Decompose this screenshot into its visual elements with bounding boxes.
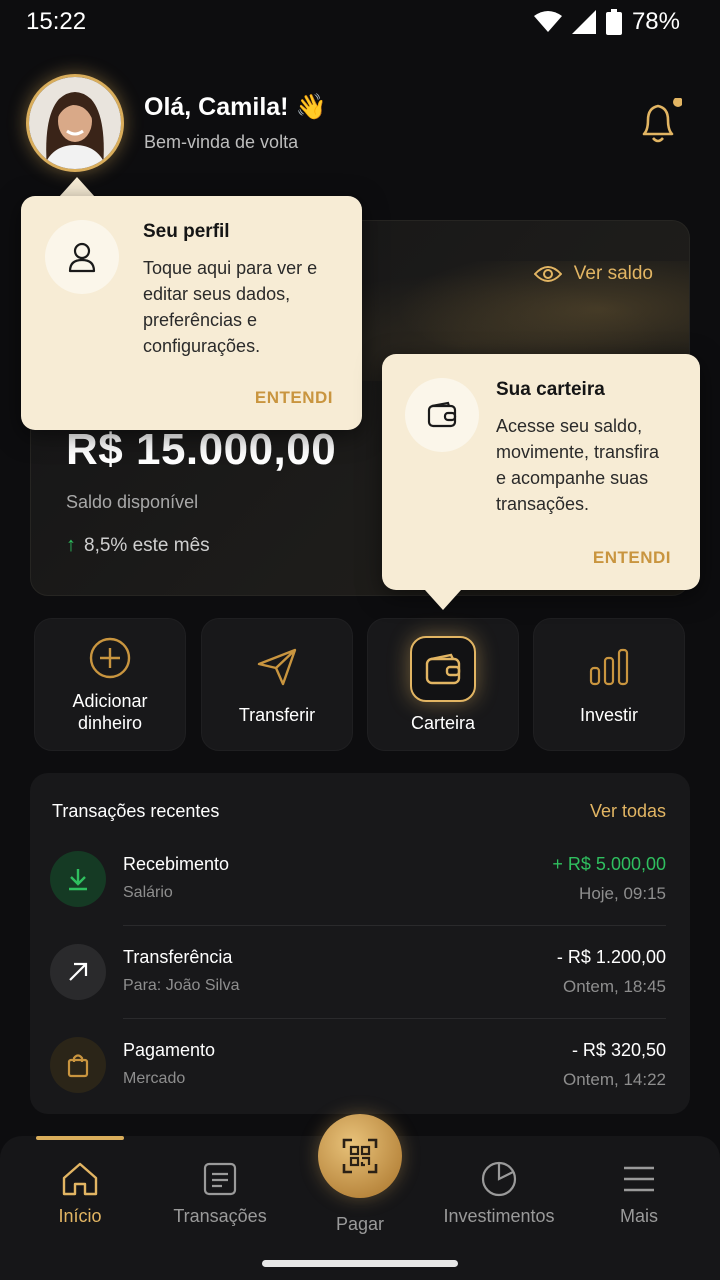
pie-chart-icon bbox=[481, 1161, 517, 1197]
wallet-tooltip-dismiss-button[interactable]: ENTENDI bbox=[593, 548, 671, 568]
transaction-description: Para: João Silva bbox=[123, 977, 240, 994]
wallet-label: Carteira bbox=[410, 712, 476, 733]
wallet-tooltip-pointer bbox=[425, 590, 461, 610]
notifications-button[interactable] bbox=[636, 97, 683, 148]
receipt-icon bbox=[203, 1162, 237, 1196]
nav-item-pagar[interactable]: Pagar bbox=[290, 1206, 430, 1235]
nav-label: Transações bbox=[173, 1206, 267, 1226]
home-icon bbox=[62, 1162, 98, 1196]
transaction-name: Pagamento bbox=[123, 1040, 216, 1060]
transaction-amount: - R$ 1.200,00 bbox=[556, 947, 666, 967]
wallet-button[interactable]: Carteira bbox=[367, 618, 519, 751]
greeting-title: Olá, Camila! 👋 bbox=[144, 93, 327, 121]
profile-tooltip-pointer bbox=[59, 177, 95, 197]
wifi-icon bbox=[533, 11, 562, 32]
battery-level: 78% bbox=[631, 8, 680, 35]
transaction-name: Transferência bbox=[123, 947, 233, 967]
transaction-row[interactable]: Recebimento Salário + R$ 5.000,00 Hoje, … bbox=[50, 851, 666, 944]
profile-tooltip: Seu perfil Toque aqui para ver e editar … bbox=[21, 196, 362, 430]
invest-label: Investir bbox=[579, 704, 639, 725]
status-icons: 78% bbox=[533, 8, 680, 36]
wallet-icon bbox=[425, 653, 461, 684]
transaction-row[interactable]: Transferência Para: João Silva - R$ 1.20… bbox=[50, 944, 666, 1037]
home-gesture-bar[interactable] bbox=[262, 1260, 458, 1267]
show-balance-button[interactable]: Ver saldo bbox=[533, 263, 653, 285]
transaction-date: Hoje, 09:15 bbox=[579, 884, 666, 903]
bar-chart-icon bbox=[589, 648, 629, 685]
signal-icon bbox=[571, 10, 596, 34]
menu-icon bbox=[624, 1166, 654, 1192]
shopping-bag-icon bbox=[50, 1037, 106, 1093]
nav-label: Pagar bbox=[335, 1214, 385, 1234]
qr-code-icon bbox=[342, 1138, 378, 1174]
balance-growth-text: 8,5% este mês bbox=[84, 534, 210, 556]
wallet-tooltip-body: Acesse seu saldo, movimente, transfira e… bbox=[496, 416, 660, 514]
balance-growth: ↑ 8,5% este mês bbox=[66, 534, 210, 557]
bell-icon bbox=[642, 97, 683, 143]
transactions-title: Transações recentes bbox=[52, 801, 220, 821]
arrow-up-right-icon bbox=[50, 944, 106, 1000]
divider bbox=[123, 1018, 666, 1019]
nav-item-transacoes[interactable]: Transações bbox=[150, 1160, 290, 1227]
nav-item-mais[interactable]: Mais bbox=[569, 1160, 709, 1227]
nav-label: Mais bbox=[619, 1206, 658, 1226]
balance-amount: R$ 15.000,00 bbox=[66, 425, 337, 474]
transaction-amount: + R$ 5.000,00 bbox=[552, 854, 666, 874]
see-all-link[interactable]: Ver todas bbox=[590, 801, 666, 822]
recent-transactions-card: Transações recentes Ver todas Recebiment… bbox=[30, 773, 690, 1114]
nav-label: Início bbox=[58, 1206, 102, 1226]
transaction-amount: - R$ 320,50 bbox=[571, 1040, 666, 1060]
wallet-tooltip-title: Sua carteira bbox=[496, 379, 605, 400]
download-icon bbox=[50, 851, 106, 907]
invest-button[interactable]: Investir bbox=[533, 618, 685, 751]
transaction-name: Recebimento bbox=[123, 854, 230, 874]
transaction-description: Mercado bbox=[123, 1070, 186, 1087]
notification-dot bbox=[673, 97, 683, 107]
pay-button[interactable] bbox=[318, 1114, 402, 1198]
arrow-up-icon: ↑ bbox=[66, 534, 76, 556]
transfer-label: Transferir bbox=[238, 704, 316, 725]
divider bbox=[123, 925, 666, 926]
add-money-button[interactable]: Adicionar dinheiro bbox=[34, 618, 186, 751]
wallet-tooltip: Sua carteira Acesse seu saldo, movimente… bbox=[382, 354, 700, 590]
transfer-button[interactable]: Transferir bbox=[201, 618, 353, 751]
greeting-subtitle: Bem-vinda de volta bbox=[144, 132, 299, 152]
add-money-label: Adicionar dinheiro bbox=[72, 690, 148, 733]
wallet-icon-box bbox=[410, 635, 476, 702]
status-time: 15:22 bbox=[26, 8, 87, 35]
profile-tooltip-body: Toque aqui para ver e editar seus dados,… bbox=[143, 258, 318, 356]
active-tab-indicator bbox=[36, 1136, 124, 1140]
plus-circle-icon bbox=[89, 637, 131, 678]
bottom-navigation: Início Transações Pagar Investimentos Ma bbox=[0, 1114, 720, 1280]
send-icon bbox=[257, 648, 297, 685]
balance-label: Saldo disponível bbox=[66, 492, 199, 512]
nav-item-investimentos[interactable]: Investimentos bbox=[429, 1160, 569, 1227]
show-balance-label: Ver saldo bbox=[573, 263, 653, 284]
battery-icon bbox=[605, 9, 622, 35]
profile-avatar[interactable] bbox=[26, 74, 124, 172]
nav-item-inicio[interactable]: Início bbox=[10, 1160, 150, 1227]
profile-tooltip-title: Seu perfil bbox=[143, 221, 230, 242]
avatar-photo bbox=[29, 77, 121, 169]
user-icon bbox=[45, 220, 119, 294]
wallet-icon bbox=[405, 378, 479, 452]
eye-icon bbox=[533, 266, 562, 282]
profile-tooltip-dismiss-button[interactable]: ENTENDI bbox=[255, 388, 333, 408]
nav-label: Investimentos bbox=[443, 1206, 555, 1226]
transaction-date: Ontem, 14:22 bbox=[562, 1070, 666, 1089]
transaction-date: Ontem, 18:45 bbox=[562, 977, 666, 996]
transaction-description: Salário bbox=[123, 884, 173, 901]
